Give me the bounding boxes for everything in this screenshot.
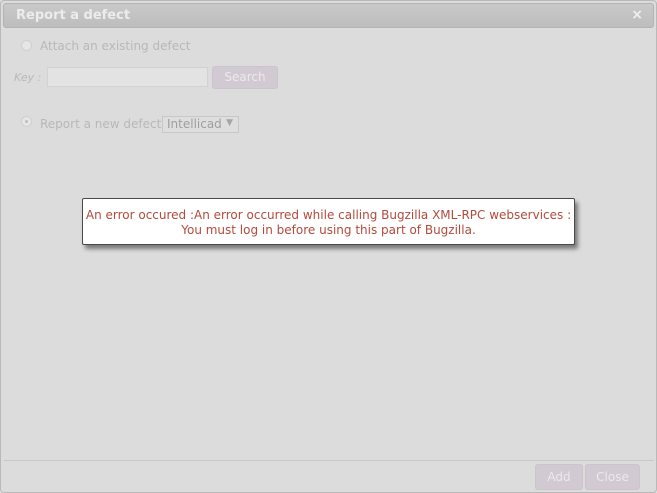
dialog-title: Report a defect bbox=[16, 8, 131, 23]
search-button[interactable]: Search bbox=[212, 66, 278, 89]
report-new-label[interactable]: Report a new defect bbox=[40, 117, 161, 131]
project-select[interactable]: Intellicad ▼ bbox=[162, 116, 239, 133]
key-input[interactable] bbox=[47, 67, 208, 87]
error-message-box: An error occured :An error occurred whil… bbox=[82, 198, 575, 245]
attach-existing-radio[interactable] bbox=[21, 40, 32, 51]
footer-divider bbox=[4, 460, 654, 461]
attach-existing-label[interactable]: Attach an existing defect bbox=[40, 39, 190, 53]
report-new-radio[interactable] bbox=[21, 116, 32, 127]
project-select-value: Intellicad bbox=[167, 117, 222, 131]
add-button[interactable]: Add bbox=[535, 464, 583, 490]
chevron-down-icon: ▼ bbox=[226, 118, 233, 128]
dialog-titlebar[interactable]: Report a defect × bbox=[3, 3, 654, 28]
close-icon[interactable]: × bbox=[631, 7, 643, 23]
error-message-line-1: An error occured :An error occurred whil… bbox=[85, 208, 572, 222]
close-button[interactable]: Close bbox=[585, 464, 640, 490]
report-defect-dialog: Report a defect × Attach an existing def… bbox=[0, 0, 657, 493]
key-label: Key : bbox=[14, 71, 42, 84]
error-message-line-2: You must log in before using this part o… bbox=[181, 223, 476, 237]
